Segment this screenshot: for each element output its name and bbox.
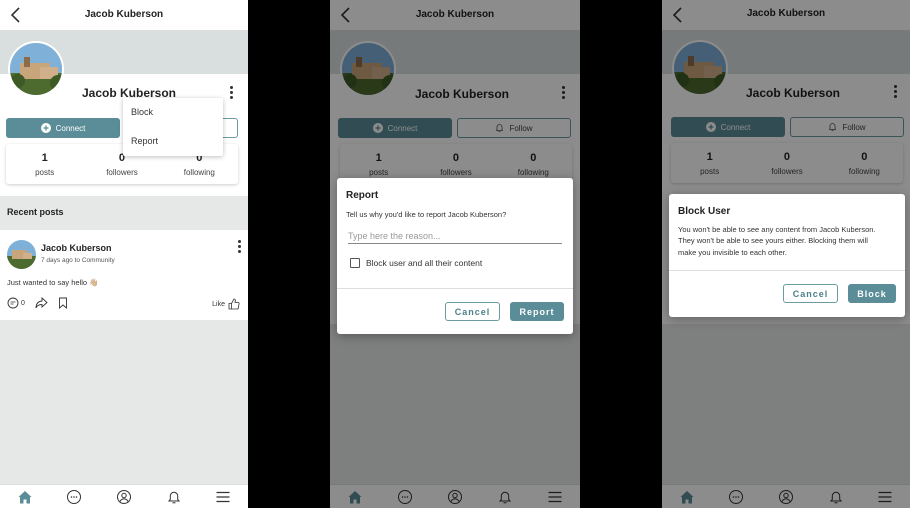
reason-input[interactable] [348,228,562,244]
dialog-divider [337,288,573,289]
cancel-button[interactable]: Cancel [445,302,500,321]
comment-icon [7,297,19,309]
connect-label: Connect [55,123,86,133]
post-text: Just wanted to say hello 👋🏼 [7,278,99,287]
dialog-title: Report [346,190,379,201]
checkbox-label: Block user and all their content [366,258,483,268]
options-menu: Block Report [123,98,223,156]
report-button[interactable]: Report [510,302,564,321]
stat-posts: 1 posts [35,152,55,177]
block-user-checkbox[interactable]: Block user and all their content [350,258,482,268]
post-avatar [7,240,36,269]
more-options-icon[interactable] [227,86,235,100]
dialog-title: Block User [678,206,731,217]
post-meta: 7 days ago to Community [41,257,115,264]
report-dialog: Report Tell us why you'd like to report … [337,178,573,334]
post-options-icon[interactable] [235,240,243,254]
connect-icon [40,123,51,133]
dialog-body: You won't be able to see any content fro… [678,225,876,257]
connect-button[interactable]: Connect [6,118,120,138]
comment-button[interactable]: 0 [7,297,25,309]
checkbox-box[interactable] [350,258,360,268]
bookmark-icon[interactable] [58,297,68,309]
profile-screen-menu: Jacob Kuberson Jacob Kuberson Connect Fo… [0,0,248,508]
bell-icon[interactable] [166,489,182,505]
post-card: Jacob Kuberson 7 days ago to Community J… [0,230,248,320]
post-actions: 0 [7,297,68,309]
share-icon[interactable] [35,297,48,309]
block-dialog: Block User You won't be able to see any … [669,194,905,317]
recent-posts-heading: Recent posts [7,207,64,217]
dialog-divider [669,270,905,271]
comment-count: 0 [21,299,25,307]
top-bar: Jacob Kuberson [0,0,248,31]
profile-screen-block: Jacob Kuberson Jacob Kuberson Connect Fo… [662,0,910,508]
cancel-button[interactable]: Cancel [783,284,838,303]
profile-screen-report: Jacob Kuberson Jacob Kuberson Connect Fo… [330,0,580,508]
menu-icon[interactable] [215,489,231,505]
chat-icon[interactable] [66,489,82,505]
home-icon[interactable] [17,489,33,505]
dialog-subtitle: Tell us why you'd like to report Jacob K… [346,210,507,219]
bottom-nav [0,484,248,508]
post-author[interactable]: Jacob Kuberson [41,243,112,253]
menu-item-report[interactable]: Report [123,127,223,156]
menu-item-block[interactable]: Block [123,98,223,127]
like-label: Like [212,300,225,308]
block-button[interactable]: Block [848,284,896,303]
thumbs-up-icon [228,298,240,310]
page-title: Jacob Kuberson [84,9,164,20]
profile-icon[interactable] [116,489,132,505]
like-button[interactable]: Like [212,298,240,310]
